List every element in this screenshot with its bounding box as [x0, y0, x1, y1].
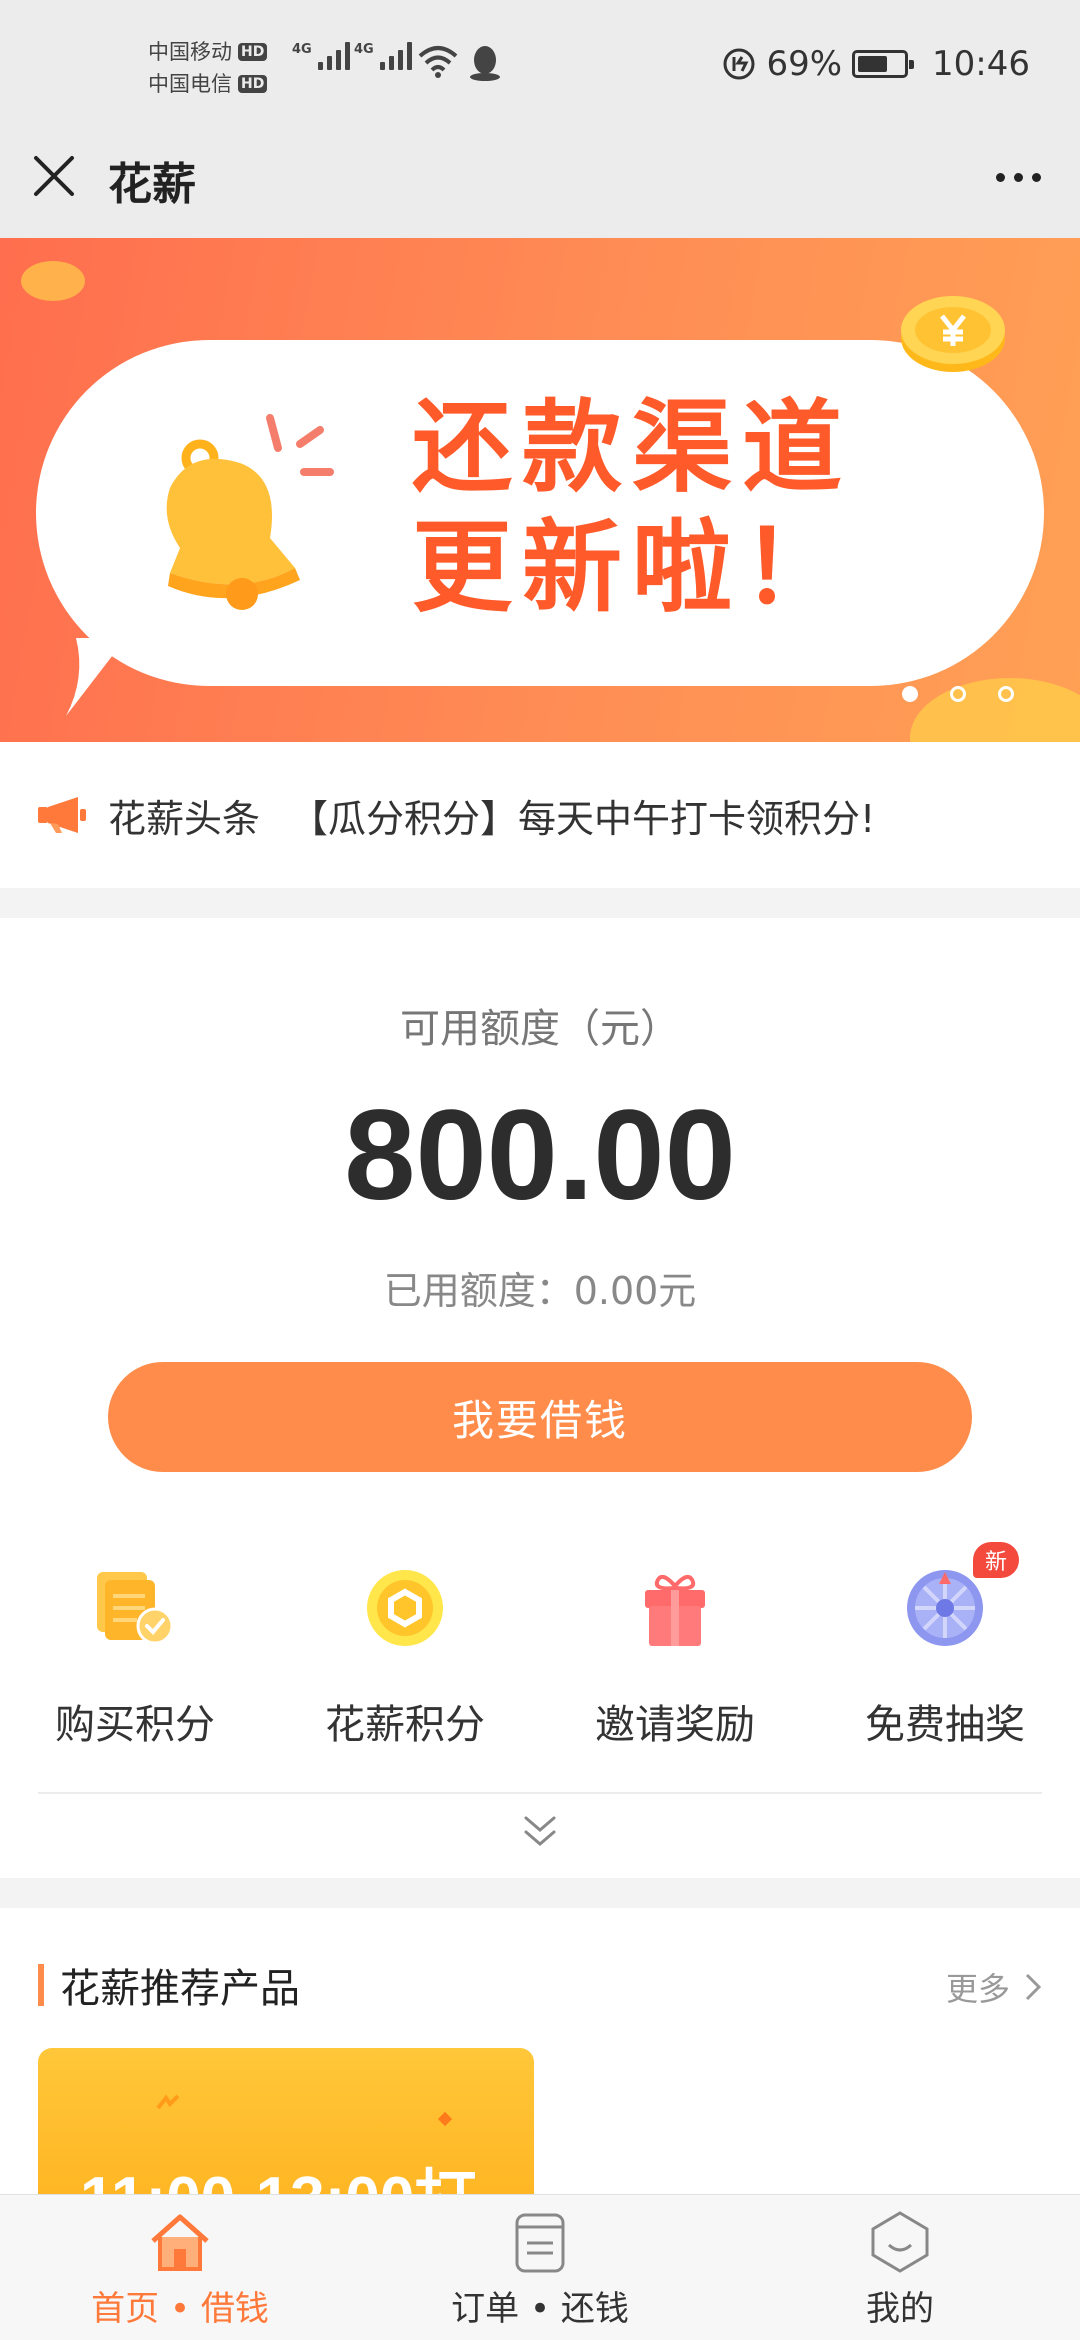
quick-action-buy-points[interactable]: 购买积分: [0, 1558, 270, 1750]
title-bar: 花薪: [0, 130, 1080, 238]
quick-action-invite-reward[interactable]: 邀请奖励: [540, 1558, 810, 1750]
megaphone-icon: [38, 797, 86, 833]
chevron-right-icon: [1025, 1973, 1042, 2001]
available-credit-label: 可用额度（元）: [400, 1006, 680, 1052]
coin-decoration-icon: [21, 261, 85, 301]
profile-icon: [871, 2211, 929, 2273]
status-bar: 中国移动 HD 中国电信 HD 4G 4G 69% 10:46: [0, 0, 1080, 130]
credit-panel: 可用额度（元） 800.00 已用额度：0.00元 我要借钱 购买积分 花薪积分…: [0, 918, 1080, 1878]
bubble-tail: [66, 638, 126, 716]
bell-icon: [166, 414, 334, 610]
gift-icon: [645, 1574, 705, 1646]
carousel-indicator[interactable]: [902, 686, 1014, 702]
order-icon: [515, 2213, 565, 2273]
qq-icon: [470, 46, 500, 81]
expand-chevron-icon[interactable]: [520, 1814, 560, 1850]
borrow-button[interactable]: 我要借钱: [108, 1362, 972, 1472]
hd-badge: HD: [238, 43, 268, 61]
clock: 10:46: [932, 44, 1030, 84]
carrier-1: 中国移动: [148, 40, 232, 64]
used-credit-label: 已用额度：0.00元: [383, 1269, 697, 1313]
promo-banner[interactable]: 还款渠道 更新啦！: [0, 238, 1080, 742]
carousel-dot-2[interactable]: [950, 686, 966, 702]
available-credit-amount: 800.00: [344, 1084, 736, 1227]
signal-icon: 4G: [354, 42, 412, 70]
hd-badge: HD: [238, 75, 268, 93]
points-purchase-icon: [97, 1572, 174, 1645]
news-ticker[interactable]: 花薪头条 【瓜分积分】每天中午打卡领积分!: [0, 742, 1080, 888]
new-badge: 新: [972, 1542, 1019, 1578]
page-title: 花薪: [108, 159, 196, 210]
news-label: 花薪头条: [108, 796, 261, 841]
carrier-2: 中国电信: [148, 72, 232, 96]
lottery-wheel-icon: [907, 1570, 983, 1646]
carousel-dot-3[interactable]: [998, 686, 1014, 702]
section-accent-bar: [38, 1964, 44, 2006]
carrier-info: 中国移动 HD 中国电信 HD: [148, 36, 268, 100]
close-icon[interactable]: [30, 152, 78, 200]
quick-action-free-lottery[interactable]: 新 免费抽奖: [810, 1542, 1080, 1750]
quick-action-points[interactable]: 花薪积分: [270, 1558, 540, 1750]
news-text[interactable]: 【瓜分积分】每天中午打卡领积分!: [290, 788, 875, 843]
coin-icon: [367, 1570, 443, 1646]
sparkle-icon: [437, 2111, 453, 2127]
home-icon: [151, 2214, 209, 2271]
section-title: 花薪推荐产品: [38, 1956, 300, 2014]
quick-actions: 购买积分 花薪积分 邀请奖励 新 免费抽奖: [0, 1542, 1080, 1750]
battery-percent: 69%: [766, 44, 843, 84]
sparkle-icon: [156, 2094, 180, 2110]
divider: [38, 1792, 1042, 1794]
battery-icon: [852, 50, 915, 78]
tab-orders[interactable]: 订单 • 还钱: [360, 2195, 720, 2340]
tab-profile[interactable]: 我的: [720, 2195, 1080, 2340]
wifi-icon: [418, 46, 458, 78]
data-saver-icon: [723, 48, 755, 80]
carousel-dot-1[interactable]: [902, 686, 918, 702]
yuan-coin-icon: [901, 296, 1005, 372]
tab-home[interactable]: 首页 • 借钱: [0, 2195, 360, 2340]
bottom-tab-bar: 首页 • 借钱 订单 • 还钱 我的: [0, 2194, 1080, 2340]
more-options-icon[interactable]: [986, 162, 1050, 192]
signal-icon: 4G: [292, 42, 350, 70]
more-link[interactable]: 更多: [946, 1964, 1042, 2010]
banner-headline: 还款渠道 更新啦！: [412, 389, 852, 626]
